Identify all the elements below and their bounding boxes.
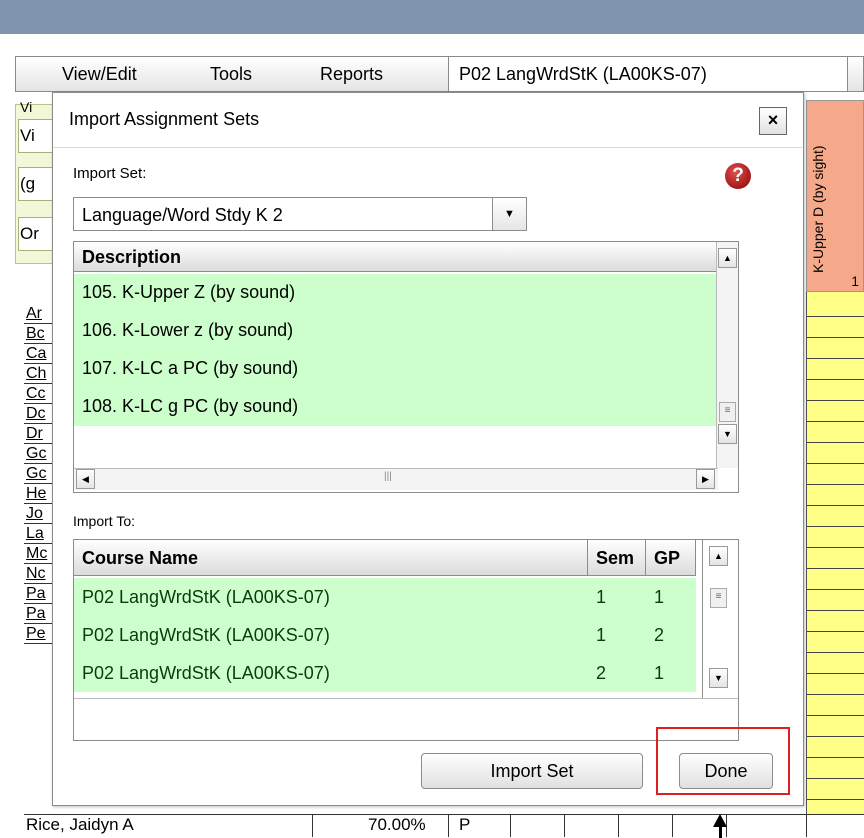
student-name[interactable]: Rice, Jaidyn A [26, 815, 134, 835]
scroll-down-icon[interactable]: ▼ [709, 668, 728, 688]
sem-column-header[interactable]: Sem [588, 540, 646, 576]
options-panel-label: Vi [20, 99, 33, 115]
assignment-column-title: K-Upper D (by sight) [810, 145, 826, 273]
menu-tools[interactable]: Tools [210, 64, 252, 85]
student-link[interactable]: La [24, 524, 54, 544]
student-link[interactable]: Pe [24, 624, 54, 644]
options-field-1[interactable]: Vi [18, 119, 54, 153]
list-item[interactable]: 107. K-LC a PC (by sound) [74, 350, 738, 388]
dropdown-arrow-icon[interactable]: ▼ [492, 198, 526, 230]
options-field-3[interactable]: Or [18, 217, 54, 251]
student-link[interactable]: Nc [24, 564, 54, 584]
course-name-cell[interactable]: P02 LangWrdStK (LA00KS-07) [74, 578, 588, 616]
description-vertical-scrollbar[interactable]: ▲ ≡ ▼ [716, 242, 738, 468]
course-selector-edge [848, 56, 864, 92]
assignment-column-number: 1 [851, 273, 859, 289]
gp-column-header[interactable]: GP [646, 540, 696, 576]
student-link[interactable]: Pa [24, 604, 54, 624]
student-code: P [459, 815, 471, 834]
scroll-right-icon[interactable]: ▶ [696, 469, 715, 489]
gp-cell[interactable]: 1 [646, 654, 696, 692]
window-top-bar [0, 0, 864, 34]
dialog-title: Import Assignment Sets [69, 109, 260, 129]
student-link[interactable]: He [24, 484, 54, 504]
list-item[interactable]: 106. K-Lower z (by sound) [74, 312, 738, 350]
student-link[interactable]: Ch [24, 364, 54, 384]
student-link[interactable]: Jo [24, 504, 54, 524]
scroll-thumb[interactable]: ≡ [710, 588, 727, 608]
course-name-cell[interactable]: P02 LangWrdStK (LA00KS-07) [74, 654, 588, 692]
student-link[interactable]: Dc [24, 404, 54, 424]
student-link[interactable]: Cc [24, 384, 54, 404]
student-row-rice: Rice, Jaidyn A 70.00% P [24, 814, 864, 837]
student-link[interactable]: Dr [24, 424, 54, 444]
description-horizontal-scrollbar[interactable]: ◀ ||| ▶ [74, 468, 718, 490]
course-name-column-header[interactable]: Course Name [74, 540, 588, 576]
course-selector[interactable]: P02 LangWrdStK (LA00KS-07) [448, 56, 848, 92]
gp-cell[interactable]: 1 [646, 578, 696, 616]
import-set-button[interactable]: Import Set [421, 753, 643, 789]
import-set-value: Language/Word Stdy K 2 [82, 205, 283, 225]
done-callout-highlight [656, 727, 790, 795]
score-grid-column[interactable] [806, 292, 864, 814]
pointer-arrow-stem [719, 826, 722, 838]
menu-reports[interactable]: Reports [320, 64, 383, 85]
course-name-cell[interactable]: P02 LangWrdStK (LA00KS-07) [74, 616, 588, 654]
options-field-2[interactable]: (g [18, 167, 54, 201]
import-to-table: Course Name Sem GP P02 LangWrdStK (LA00K… [73, 539, 739, 741]
scroll-thumb[interactable]: ≡ [719, 402, 736, 422]
gp-cell[interactable]: 2 [646, 616, 696, 654]
scroll-up-icon[interactable]: ▲ [709, 546, 728, 566]
student-link[interactable]: Ar [24, 304, 54, 324]
scroll-down-icon[interactable]: ▼ [718, 424, 737, 444]
import-to-label: Import To: [73, 513, 135, 529]
list-item[interactable]: 108. K-LC g PC (by sound) [74, 388, 738, 426]
student-link[interactable]: Mc [24, 544, 54, 564]
description-column-header[interactable]: Description [74, 242, 738, 272]
title-divider [53, 147, 803, 148]
sem-cell[interactable]: 1 [588, 578, 646, 616]
assignment-column-header[interactable]: K-Upper D (by sight) 1 [806, 100, 864, 292]
description-list: Description 105. K-Upper Z (by sound) 10… [73, 241, 739, 493]
table-vertical-scrollbar[interactable]: ▲ ≡ ▼ [702, 540, 738, 698]
sem-cell[interactable]: 2 [588, 654, 646, 692]
import-set-label: Import Set: [73, 165, 147, 182]
student-link[interactable]: Gc [24, 444, 54, 464]
import-set-dropdown[interactable]: Language/Word Stdy K 2 ▼ [73, 197, 527, 231]
list-item[interactable]: 105. K-Upper Z (by sound) [74, 274, 738, 312]
scroll-left-icon[interactable]: ◀ [76, 469, 95, 489]
student-link[interactable]: Gc [24, 464, 54, 484]
close-button[interactable]: × [759, 107, 787, 135]
scroll-up-icon[interactable]: ▲ [718, 248, 737, 268]
hscroll-grip-icon: ||| [384, 471, 392, 482]
import-assignment-sets-dialog: Import Assignment Sets × Import Set: ? L… [52, 92, 804, 806]
options-panel: Vi Vi (g Or [15, 99, 55, 264]
student-link[interactable]: Bc [24, 324, 54, 344]
student-link[interactable]: Ca [24, 344, 54, 364]
menu-view-edit[interactable]: View/Edit [62, 64, 137, 85]
sem-cell[interactable]: 1 [588, 616, 646, 654]
student-percent: 70.00% [368, 815, 426, 834]
student-link[interactable]: Pa [24, 584, 54, 604]
help-icon[interactable]: ? [725, 163, 751, 189]
student-name-list: Ar Bc Ca Ch Cc Dc Dr Gc Gc He Jo La Mc N… [24, 304, 54, 644]
